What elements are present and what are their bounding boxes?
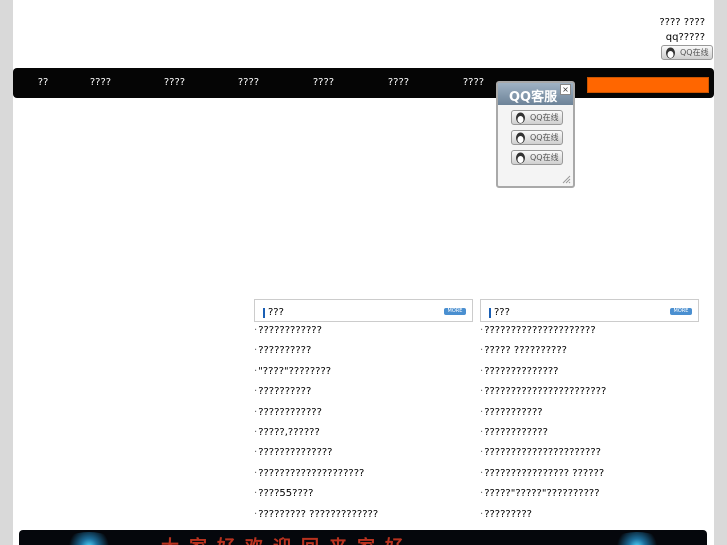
list-item[interactable]: ·????????? [480, 505, 705, 525]
list-item[interactable]: ·?????,?????? [254, 423, 479, 443]
list-item[interactable]: ·?????????????????????? [480, 443, 705, 463]
list-item[interactable]: ·?????????????? [254, 443, 479, 463]
right-news-list: ·????????????????????? ·????? ??????????… [480, 321, 705, 525]
nav-item-3[interactable]: ???? [157, 68, 192, 98]
list-item[interactable]: ·??????????? [480, 403, 705, 423]
header-top-line-2[interactable]: qq????? [659, 30, 705, 45]
list-item[interactable]: ·???????????????????? [254, 464, 479, 484]
qq-penguin-icon [666, 47, 675, 59]
header-top-right: ???? ???? qq????? [659, 15, 705, 45]
list-item[interactable]: ·????55???? [254, 484, 479, 504]
left-news-box-title: ??? [263, 308, 284, 318]
qq-contact-label: QQ在线 [530, 153, 559, 162]
header-qq-label: QQ在线 [680, 48, 709, 57]
list-item[interactable]: ·???????????????? ?????? [480, 464, 705, 484]
qq-contact-button-1[interactable]: QQ在线 [511, 110, 563, 125]
list-item[interactable]: ·????????????????????? [480, 321, 705, 341]
list-item[interactable]: ·"????"???????? [254, 362, 479, 382]
list-item[interactable]: ·???????????? [254, 321, 479, 341]
banner-text: 大家好欢迎回来家好 [161, 533, 413, 545]
nav-item-4[interactable]: ???? [231, 68, 266, 98]
list-item[interactable]: ·?????????????? [480, 362, 705, 382]
search-box[interactable] [587, 77, 709, 93]
nav-item-1[interactable]: ?? [33, 68, 53, 98]
qq-contact-button-3[interactable]: QQ在线 [511, 150, 563, 165]
qq-panel-header: QQ客服 × [498, 83, 573, 105]
right-news-box-header: ??? MORE [480, 299, 699, 322]
qq-contact-label: QQ在线 [530, 133, 559, 142]
left-more-button[interactable]: MORE [444, 308, 466, 315]
qq-panel-title: QQ客服 [509, 90, 558, 105]
qq-contact-label: QQ在线 [530, 113, 559, 122]
header-qq-button[interactable]: QQ在线 [661, 45, 713, 60]
list-item[interactable]: ·?????????? [254, 341, 479, 361]
left-news-list: ·???????????? ·?????????? ·"????"???????… [254, 321, 479, 525]
glow-orb-left-icon [59, 532, 119, 545]
qq-service-panel: QQ客服 × QQ在线 QQ在线 QQ在线 [496, 81, 575, 188]
qq-contact-button-2[interactable]: QQ在线 [511, 130, 563, 145]
list-item[interactable]: ·?????"?????"?????????? [480, 484, 705, 504]
list-item[interactable]: ·?????????? [254, 382, 479, 402]
list-item[interactable]: ·????????? ????????????? [254, 505, 479, 525]
nav-item-5[interactable]: ???? [306, 68, 341, 98]
qq-penguin-icon [516, 152, 525, 164]
list-item[interactable]: ·???????????? [254, 403, 479, 423]
left-news-box-header: ??? MORE [254, 299, 473, 322]
qq-penguin-icon [516, 132, 525, 144]
header-top-line-1[interactable]: ???? ???? [659, 15, 705, 30]
nav-item-6[interactable]: ???? [381, 68, 416, 98]
resize-grip-icon[interactable] [562, 175, 571, 184]
nav-item-7[interactable]: ???? [456, 68, 491, 98]
list-item[interactable]: ·???????????? [480, 423, 705, 443]
bottom-banner: 大家好欢迎回来家好 [19, 530, 707, 545]
close-icon[interactable]: × [560, 84, 571, 95]
main-navbar: ?? ???? ???? ???? ???? ???? ???? [13, 68, 714, 98]
glow-orb-right-icon [607, 532, 667, 545]
qq-penguin-icon [516, 112, 525, 124]
nav-item-2[interactable]: ???? [83, 68, 118, 98]
right-more-button[interactable]: MORE [670, 308, 692, 315]
right-news-box-title: ??? [489, 308, 510, 318]
list-item[interactable]: ·??????????????????????? [480, 382, 705, 402]
list-item[interactable]: ·????? ?????????? [480, 341, 705, 361]
